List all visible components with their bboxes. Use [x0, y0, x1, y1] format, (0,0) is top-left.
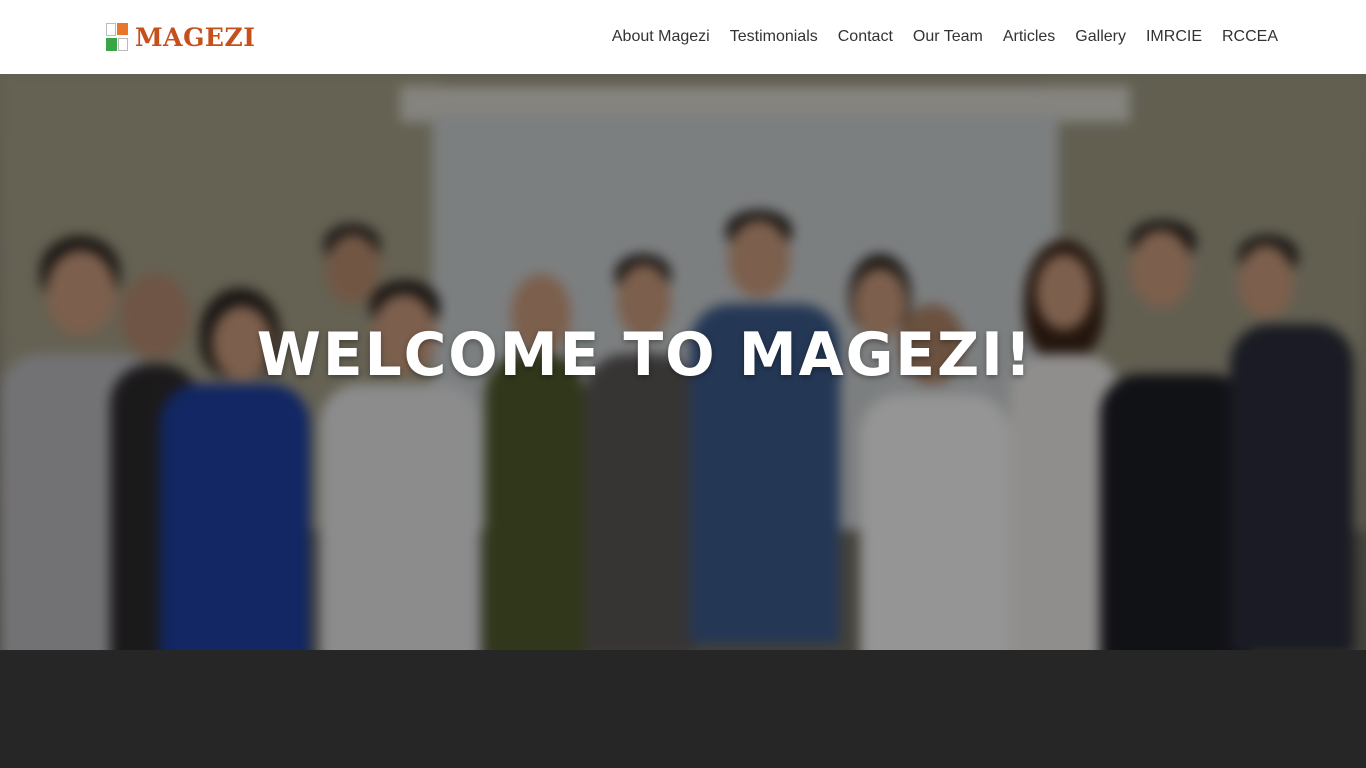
nav-link-gallery[interactable]: Gallery	[1075, 28, 1126, 45]
hero-banner: WELCOME TO MAGEZI!	[0, 74, 1366, 650]
nav-link-about[interactable]: About Magezi	[612, 28, 710, 45]
top-navbar: MAGEZI About Magezi Testimonials Contact…	[0, 0, 1366, 74]
nav-link-our-team[interactable]: Our Team	[913, 28, 983, 45]
nav-link-contact[interactable]: Contact	[838, 28, 893, 45]
nav-link-testimonials[interactable]: Testimonials	[730, 28, 818, 45]
nav-link-imrcie[interactable]: IMRCIE	[1146, 28, 1202, 45]
dark-section	[0, 650, 1366, 768]
hero-title: WELCOME TO MAGEZI!	[256, 320, 1034, 390]
brand-logo-link[interactable]: MAGEZI	[106, 23, 255, 51]
main-nav: About Magezi Testimonials Contact Our Te…	[592, 28, 1278, 46]
nav-link-rccea[interactable]: RCCEA	[1222, 28, 1278, 45]
four-square-logo-icon	[106, 23, 128, 51]
nav-link-articles[interactable]: Articles	[1003, 28, 1055, 45]
brand-name: MAGEZI	[135, 22, 256, 52]
